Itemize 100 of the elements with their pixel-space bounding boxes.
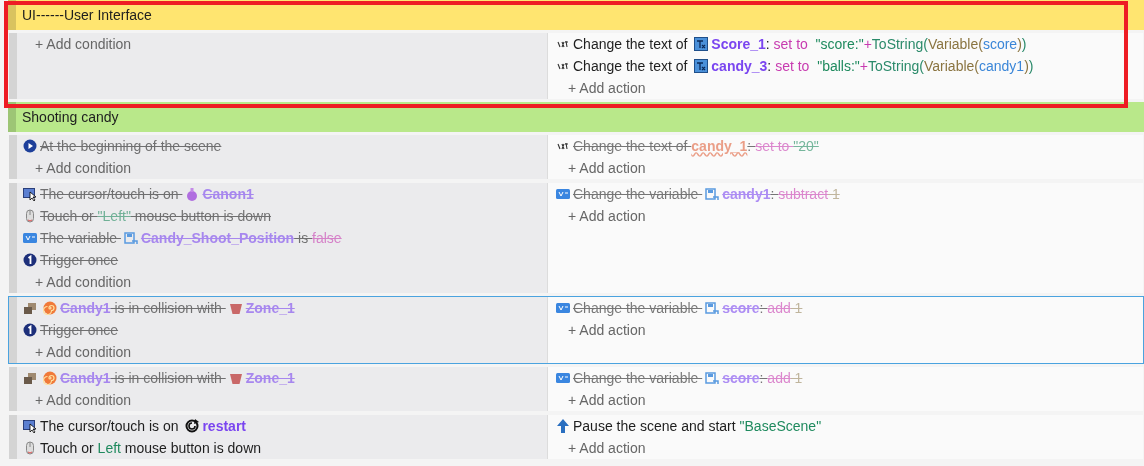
- parameter-text: 1: [793, 368, 803, 388]
- parameter-text: Variable(: [924, 56, 979, 76]
- variable-icon: [705, 301, 720, 315]
- parameter-text: "20": [793, 136, 819, 156]
- parameter-text: "score:": [814, 34, 864, 54]
- trigger-once-icon: [23, 323, 37, 337]
- cursor-icon: [23, 187, 37, 201]
- instruction-text: Touch or: [40, 438, 95, 458]
- parameter-text: ): [1028, 56, 1034, 76]
- parameter-text: "balls:": [816, 56, 860, 76]
- parameter-text: "Left": [97, 206, 131, 226]
- object-name: Candy1: [60, 298, 111, 318]
- instruction-text: Change the text of: [573, 34, 689, 54]
- instruction-text: :: [767, 56, 773, 76]
- object-name: Zone_1: [245, 298, 295, 318]
- event-stripe: [9, 135, 17, 179]
- event-stripe: [9, 367, 17, 411]
- candy-icon: [43, 301, 57, 315]
- instruction-text: Touch or: [40, 206, 95, 226]
- variable-icon: [556, 187, 570, 201]
- instruction-text: Pause the scene and start: [573, 416, 737, 436]
- instruction-text: The cursor/touch is on: [40, 416, 180, 436]
- instruction-text: Change the text of: [573, 136, 689, 156]
- event-stripe: [9, 33, 17, 99]
- instruction-text: At the beginning of the scene: [40, 136, 222, 156]
- parameter-text: ): [1024, 56, 1029, 76]
- text-object-icon: [694, 59, 709, 73]
- parameter-text: subtract: [778, 184, 829, 204]
- bucket-icon: [228, 301, 243, 315]
- instruction-text: The cursor/touch is on: [40, 184, 180, 204]
- event-stripe: [9, 415, 17, 459]
- parameter-text: add: [767, 298, 791, 318]
- instruction-text: Trigger once: [40, 320, 119, 340]
- parameter-text: candy1: [979, 56, 1025, 76]
- parameter-text: ): [1017, 34, 1022, 54]
- mouse-icon: [23, 209, 37, 223]
- add-button[interactable]: + Add action: [556, 77, 646, 99]
- group-title: Shooting candy: [21, 107, 119, 127]
- text-object-icon: [694, 37, 709, 51]
- instruction-text: Change the text of: [573, 56, 689, 76]
- mouse-icon: [23, 441, 37, 455]
- parameter-text: set to: [755, 136, 791, 156]
- instruction-text: Change the variable: [573, 298, 700, 318]
- parameter-text: set to: [775, 56, 811, 76]
- group-stripe: [8, 0, 16, 30]
- variable-icon: [705, 187, 720, 201]
- object-name: Candy1: [60, 368, 111, 388]
- parameter-text: Variable(: [927, 34, 983, 54]
- instruction-text: :: [759, 368, 765, 388]
- potion-icon: [185, 187, 200, 201]
- parameter-text: ): [1021, 34, 1027, 54]
- parameter-text: add: [767, 368, 791, 388]
- instruction-text: :: [747, 136, 753, 156]
- instruction-text: Change the variable: [573, 368, 700, 388]
- group-title: UI------User Interface: [21, 5, 152, 25]
- parameter-text: ToString(: [868, 56, 924, 76]
- parameter-text: set to: [773, 34, 809, 54]
- object-name: Score_1: [711, 34, 766, 54]
- candy-icon: [43, 371, 57, 385]
- instruction-text: mouse button is down: [123, 438, 262, 458]
- trigger-once-icon: [23, 253, 37, 267]
- parameter-text: Left: [97, 438, 121, 458]
- parameter-text: 1: [830, 184, 840, 204]
- instruction-text: is in collision with: [113, 298, 223, 318]
- parameter-text: 1: [793, 298, 803, 318]
- instruction-text: :: [765, 34, 771, 54]
- instruction-text: :: [759, 298, 765, 318]
- play-icon: [23, 139, 37, 153]
- variable-icon: [556, 371, 570, 385]
- event-row[interactable]: The cursor/touch is on restart Touch or Left mouse button is down Pause the scene and start "BaseScene" + Add action: [8, 414, 1144, 460]
- parameter-text: +: [859, 56, 868, 76]
- object-name: score: [722, 368, 760, 388]
- variable-icon: [705, 371, 720, 385]
- restart-icon: [185, 419, 200, 433]
- instruction-text: mouse button is down: [133, 206, 271, 226]
- instruction-text: The variable: [40, 228, 119, 248]
- variable-icon: [556, 301, 570, 315]
- object-name: restart: [202, 416, 246, 436]
- variable-icon: [23, 231, 37, 245]
- object-name: Zone_1: [245, 368, 295, 388]
- event-row[interactable]: + Add condition Change the text of Score_1: set to "score:"+ToString(Variable(score)) Change the text of candy_3: set to "balls:"+ToString(Variable(candy1)) + Add action: [8, 32, 1144, 100]
- parameter-text: score: [982, 34, 1018, 54]
- group-stripe: [8, 102, 16, 132]
- variable-icon: [123, 231, 138, 245]
- parameter-text: +: [863, 34, 872, 54]
- add-button[interactable]: + Add condition: [23, 33, 132, 55]
- collision-icon: [23, 371, 37, 385]
- parameter-text: "BaseScene": [739, 416, 822, 436]
- event-stripe: [9, 297, 17, 363]
- cursor-icon: [23, 419, 37, 433]
- parameter-text: false: [312, 228, 342, 248]
- object-name: Candy_Shoot_Position: [140, 228, 295, 248]
- instruction-text: is in collision with: [113, 368, 223, 388]
- object-name: score: [722, 298, 760, 318]
- collision-icon: [23, 301, 37, 315]
- instruction-text: Change the variable: [573, 184, 700, 204]
- object-name: Canon1: [202, 184, 254, 204]
- instruction-text: is: [297, 228, 310, 248]
- add-button[interactable]: + Add action: [556, 437, 646, 459]
- arrow-up-icon: [556, 419, 570, 433]
